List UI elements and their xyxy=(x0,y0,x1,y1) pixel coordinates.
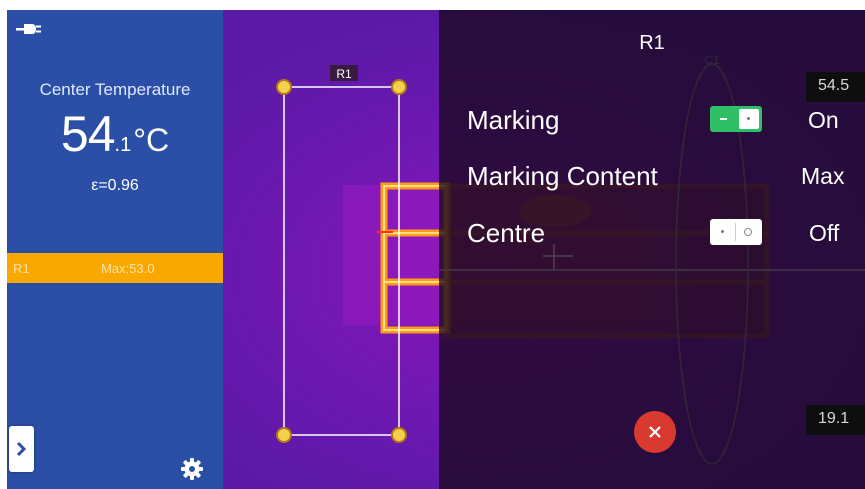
roi-name: R1 xyxy=(13,261,30,276)
temperature-integer: 54 xyxy=(60,106,116,162)
camera-screen: Center Temperature 54.1°C ε=0.96 R1 Max:… xyxy=(7,10,865,489)
expand-panel-button[interactable] xyxy=(9,426,34,472)
marking-content-label[interactable]: Marking Content xyxy=(467,161,658,192)
toggle-on-dash xyxy=(720,118,727,120)
marking-toggle[interactable] xyxy=(710,106,762,132)
centre-label: Centre xyxy=(467,218,546,248)
scale-max: 54.5 xyxy=(806,72,865,102)
plug-icon[interactable] xyxy=(16,22,42,36)
temperature-decimal: .1 xyxy=(114,134,132,156)
marking-value: On xyxy=(808,107,839,133)
roi-settings-overlay: R1 Marking On Marking Content Max Centre… xyxy=(439,10,865,489)
temperature-unit: °C xyxy=(133,122,170,158)
scale-min-value: 19.1 xyxy=(818,410,850,427)
toggle-knob xyxy=(739,109,759,129)
chevron-right-icon xyxy=(16,441,27,457)
gear-icon[interactable] xyxy=(180,457,204,481)
left-info-panel: Center Temperature 54.1°C ε=0.96 R1 Max:… xyxy=(7,10,223,489)
emissivity-value: ε=0.96 xyxy=(91,177,139,194)
scale-max-value: 54.5 xyxy=(818,77,850,94)
center-temperature-reading: 54.1°C xyxy=(7,105,223,163)
roi-max-value: Max:53.0 xyxy=(101,261,155,276)
centre-toggle[interactable] xyxy=(710,219,762,245)
close-button[interactable] xyxy=(634,411,676,453)
center-temperature-label: Center Temperature xyxy=(39,80,191,99)
marking-content-value[interactable]: Max xyxy=(801,163,844,190)
roi-measurement-bar[interactable]: R1 Max:53.0 xyxy=(7,253,223,283)
close-icon xyxy=(649,426,661,438)
centre-value: Off xyxy=(809,220,840,246)
overlay-title: R1 xyxy=(639,32,665,54)
roi-r1-label: R1 xyxy=(336,67,352,81)
marking-label: Marking xyxy=(467,105,560,135)
scale-min: 19.1 xyxy=(806,405,865,435)
